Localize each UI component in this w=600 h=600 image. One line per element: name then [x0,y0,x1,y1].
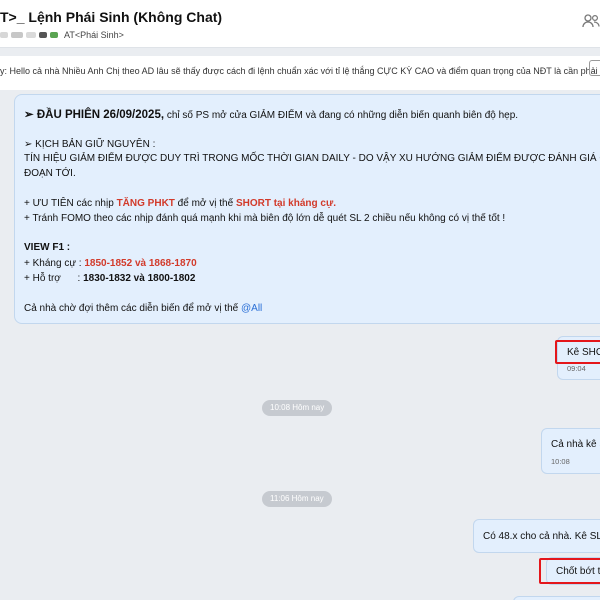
message-text: Cả nhà kê S [551,439,600,450]
chat-header: T>_ Lệnh Phái Sinh (Không Chat) AT<Phái … [0,0,600,48]
pinned-message-bar[interactable]: y: Hello cả nhà Nhiều Anh Chị theo AD lâ… [0,56,600,90]
scenario-line-2: ĐOẠN TỚI. [24,168,76,179]
closing-line: Cả nhà chờ đợi thêm các diễn biến để mở … [24,303,262,314]
resistance-label: + Kháng cự : [24,258,85,269]
highlight-box [555,340,600,364]
priority-highlight: TĂNG PHKT [116,198,175,209]
highlight-box [539,558,600,584]
message-time: 10:08 [551,457,570,466]
chat-title[interactable]: T>_ Lệnh Phái Sinh (Không Chat) [0,9,222,25]
priority-text: để mở vị thế [174,198,236,209]
chat-subtitle: AT<Phái Sinh> [0,28,124,42]
group-label[interactable]: AT<Phái Sinh> [64,30,124,40]
people-icon[interactable] [582,12,600,30]
message-text: Có 48.x cho cả nhà. Kê SL c [483,531,600,542]
outgoing-message[interactable]: Cả nhà kê S 10:08 [541,428,600,474]
timestamp-pill: 11:06 Hôm nay [262,491,332,507]
priority-text: + ƯU TIÊN các nhịp [24,198,117,209]
resistance-line: + Kháng cự : 1850-1852 và 1868-1870 [24,258,197,269]
support-label: + Hỗ trợ : [24,273,84,284]
session-summary: chỉ số PS mở cửa GIẢM ĐIỂM và đang có nh… [164,110,519,121]
view-heading: VIEW F1 : [24,242,71,253]
tag-icon [50,32,58,38]
blurred-text [0,32,8,38]
blurred-text [26,32,36,38]
outgoing-message[interactable]: Có 48.x cho cả nhà. Kê SL c [473,519,600,553]
blurred-text [39,32,47,38]
outgoing-message[interactable] [513,596,600,600]
blurred-text [11,32,23,38]
closing-text: Cả nhà chờ đợi thêm các diễn biến để mở … [24,303,242,314]
mention-all[interactable]: @All [241,303,262,314]
message-time: 09:04 [567,364,586,373]
support-values: 1830-1832 và 1800-1802 [83,273,196,284]
scenario-line-1: TÍN HIỆU GIẢM ĐIỂM ĐƯỢC DUY TRÌ TRONG MỐ… [24,153,600,164]
priority-highlight: SHORT tại kháng cự. [235,198,336,209]
session-heading: ➢ ĐẦU PHIÊN 26/09/2025, [24,109,165,121]
priority-line: + ƯU TIÊN các nhịp TĂNG PHKT để mở vị th… [24,198,336,209]
pinned-message-text: y: Hello cả nhà Nhiều Anh Chị theo AD lâ… [0,66,600,76]
expand-icon[interactable] [589,60,600,76]
announcement-message[interactable]: ➢ ĐẦU PHIÊN 26/09/2025, chỉ số PS mở cửa… [14,94,600,324]
scenario-heading: ➢ KỊCH BẢN GIỮ NGUYÊN : [24,139,156,150]
resistance-values: 1850-1852 và 1868-1870 [84,258,197,269]
support-line: + Hỗ trợ : 1830-1832 và 1800-1802 [24,273,195,284]
announcement-line-1: ➢ ĐẦU PHIÊN 26/09/2025, chỉ số PS mở cửa… [24,107,518,121]
timestamp-pill: 10:08 Hôm nay [262,400,333,416]
fomo-line: + Tránh FOMO theo các nhịp đánh quá mạnh… [24,213,506,224]
